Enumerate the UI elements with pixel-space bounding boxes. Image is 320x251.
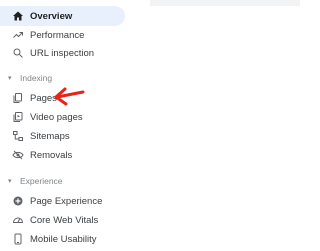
sidebar-item-label: Core Web Vitals bbox=[30, 214, 99, 226]
sidebar-item-label: Page Experience bbox=[30, 195, 103, 207]
section-header-indexing[interactable]: ▾ Indexing bbox=[8, 71, 52, 85]
sidebar-item-mobile-usability[interactable]: Mobile Usability bbox=[0, 229, 125, 249]
sidebar-item-overview[interactable]: Overview bbox=[0, 6, 125, 26]
sidebar-item-core-web-vitals[interactable]: Core Web Vitals bbox=[0, 210, 125, 230]
collapse-caret-icon: ▾ bbox=[8, 75, 12, 82]
sidebar-item-label: Overview bbox=[30, 10, 73, 22]
removals-icon bbox=[12, 149, 24, 161]
sidebar-item-label: Performance bbox=[30, 29, 85, 41]
sidebar-item-label: Video pages bbox=[30, 111, 83, 123]
sidebar-item-label: URL inspection bbox=[30, 47, 95, 59]
sitemap-icon bbox=[12, 130, 24, 142]
phone-icon bbox=[12, 233, 24, 245]
section-title: Indexing bbox=[20, 73, 53, 83]
section-title: Experience bbox=[20, 176, 63, 186]
sidebar-item-page-experience[interactable]: Page Experience bbox=[0, 191, 125, 211]
sidebar-item-url-inspection[interactable]: URL inspection bbox=[0, 43, 125, 63]
sidebar-item-sitemaps[interactable]: Sitemaps bbox=[0, 126, 125, 146]
video-pages-icon bbox=[12, 111, 24, 123]
gauge-icon bbox=[12, 214, 24, 226]
sidebar-item-performance[interactable]: Performance bbox=[0, 25, 125, 45]
pages-icon bbox=[12, 92, 24, 104]
collapse-caret-icon: ▾ bbox=[8, 178, 12, 185]
sidebar-item-label: Mobile Usability bbox=[30, 233, 97, 245]
annotation-arrow bbox=[54, 87, 85, 106]
sidebar-item-label: Removals bbox=[30, 149, 73, 161]
section-header-experience[interactable]: ▾ Experience bbox=[8, 174, 63, 188]
sidebar-item-video-pages[interactable]: Video pages bbox=[0, 107, 125, 127]
search-icon bbox=[12, 47, 24, 59]
page-experience-icon bbox=[12, 195, 24, 207]
home-icon bbox=[12, 10, 24, 22]
header-strip bbox=[150, 0, 300, 6]
sidebar-item-removals[interactable]: Removals bbox=[0, 145, 125, 165]
sidebar-item-label: Sitemaps bbox=[30, 130, 70, 142]
sidebar-nav: Overview Performance URL inspection ▾ In… bbox=[0, 0, 300, 251]
trending-up-icon bbox=[12, 29, 24, 41]
